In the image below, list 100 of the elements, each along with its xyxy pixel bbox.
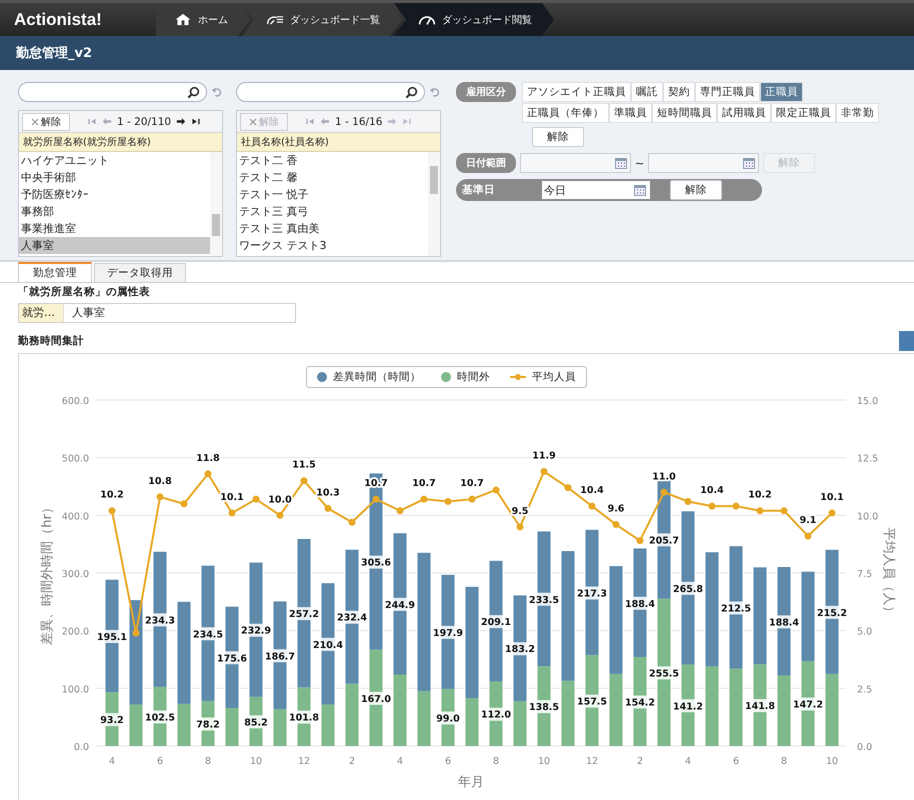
search-field[interactable] xyxy=(18,82,207,102)
list-item[interactable]: テスト一 悦子 xyxy=(237,186,428,203)
table-cell: 就労… xyxy=(19,304,64,322)
option-button[interactable]: 専門正職員 xyxy=(695,82,760,102)
axis-label: 10 xyxy=(826,756,838,767)
option-button[interactable]: 正職員 xyxy=(760,82,803,102)
axis-label: 2.5 xyxy=(857,684,872,696)
scrollbar[interactable] xyxy=(210,152,222,256)
filter-label: 日付範囲 xyxy=(456,153,516,173)
point xyxy=(516,523,524,530)
x-icon xyxy=(249,118,257,126)
axis-title: 年月 xyxy=(458,775,484,790)
option-button[interactable]: 嘱託 xyxy=(631,82,663,102)
data-label: 195.1 xyxy=(94,630,130,643)
axis-label: 2 xyxy=(636,756,644,767)
axis-label: 5.0 xyxy=(857,626,872,638)
previous-page-icon[interactable] xyxy=(320,117,330,126)
calendar-icon[interactable] xyxy=(615,158,627,168)
point xyxy=(396,507,404,514)
previous-page-icon[interactable] xyxy=(102,117,112,126)
point xyxy=(372,496,380,503)
point xyxy=(588,502,596,510)
list-item[interactable]: テスト三 真由美 xyxy=(237,220,428,237)
date-field[interactable] xyxy=(648,153,760,173)
axis-label: 500.0 xyxy=(62,454,89,465)
list-item[interactable]: ハイケアユニット xyxy=(19,152,210,169)
list-item[interactable]: 事業推進室 xyxy=(19,220,210,237)
calendar-icon[interactable] xyxy=(743,158,756,168)
axis-label: 100.0 xyxy=(62,684,89,696)
point xyxy=(108,507,116,514)
scrollbar[interactable] xyxy=(428,152,440,256)
data-label: 10.2 xyxy=(748,490,772,501)
option-button[interactable]: 試用職員 xyxy=(717,103,771,123)
legend-item[interactable]: 差異時間（時間） xyxy=(317,370,421,384)
list-item[interactable]: 事務部 xyxy=(19,203,210,220)
next-page-icon[interactable] xyxy=(176,117,186,126)
point xyxy=(828,510,836,517)
point xyxy=(468,496,476,503)
data-label: 209.1 xyxy=(478,615,514,628)
axis-label: 8 xyxy=(492,756,500,767)
breadcrumb[interactable]: ホーム xyxy=(156,3,250,36)
list-item[interactable]: テスト三 真弓 xyxy=(237,203,428,220)
data-label: 10.8 xyxy=(148,476,172,487)
data-label: 10.1 xyxy=(820,492,844,504)
option-button[interactable]: アソシエイト正職員 xyxy=(522,82,631,102)
legend-item[interactable]: 時間外 xyxy=(441,370,490,384)
option-button[interactable]: 正職員（年俸） xyxy=(522,103,609,123)
data-label: 93.2 xyxy=(100,715,124,726)
data-label: 234.3 xyxy=(142,613,178,626)
option-button[interactable]: 契約 xyxy=(663,82,695,102)
data-label: 257.2 xyxy=(286,607,322,620)
axis-label: 10 xyxy=(250,756,262,767)
undo-icon[interactable] xyxy=(211,86,223,98)
tab[interactable]: 勤怠管理 xyxy=(18,262,92,282)
list-item[interactable]: 人事室 xyxy=(19,237,210,254)
date-field[interactable] xyxy=(520,153,631,173)
list-item[interactable]: 予防医療ｾﾝﾀｰ xyxy=(19,186,210,203)
undo-icon[interactable] xyxy=(429,86,441,98)
list-header: 社員名称(社員名称) xyxy=(237,133,440,152)
axis-label: 6 xyxy=(156,756,164,767)
axis-label: 600.0 xyxy=(62,396,89,407)
option-button[interactable]: 準職員 xyxy=(609,103,652,123)
data-label: 10.4 xyxy=(580,485,604,496)
axis-label: 10 xyxy=(538,756,550,767)
data-label: 255.5 xyxy=(646,666,682,680)
axis-label: 8 xyxy=(204,756,212,767)
point xyxy=(444,498,452,505)
first-page-icon[interactable] xyxy=(305,117,315,126)
data-label: 10.3 xyxy=(316,487,340,498)
axis-label: 7.5 xyxy=(857,569,872,580)
axis-label: 12.5 xyxy=(857,454,878,465)
data-label: 232.4 xyxy=(334,610,370,624)
list-item[interactable]: テスト二 香 xyxy=(237,152,428,169)
list-item[interactable]: 中央手術部 xyxy=(19,169,210,186)
data-label: 205.7 xyxy=(646,533,682,546)
option-button[interactable]: 短時間職員 xyxy=(652,103,717,123)
tab[interactable]: データ取得用 xyxy=(94,263,186,282)
axis-label: 8 xyxy=(780,756,788,767)
last-page-icon[interactable] xyxy=(191,117,202,126)
clear-button[interactable]: 解除 xyxy=(22,112,70,130)
data-label: 197.9 xyxy=(430,626,466,639)
clear-button[interactable]: 解除 xyxy=(670,180,722,200)
data-label: 85.2 xyxy=(244,717,268,728)
option-button[interactable]: 非常勤 xyxy=(836,103,879,123)
point xyxy=(780,507,788,514)
point xyxy=(276,512,284,519)
list-item[interactable]: テスト二 馨 xyxy=(237,169,428,186)
section-title: 勤務時間集計 xyxy=(18,334,84,349)
first-page-icon[interactable] xyxy=(87,117,97,126)
clear-button[interactable]: 解除 xyxy=(532,127,584,147)
breadcrumb[interactable]: ダッシュボード閲覧 xyxy=(394,3,554,36)
legend-item[interactable]: 平均人員 xyxy=(510,370,576,384)
date-field[interactable]: 今日 xyxy=(542,181,650,199)
point xyxy=(156,493,164,500)
search-field[interactable] xyxy=(236,82,425,102)
data-label: 232.9 xyxy=(238,624,274,637)
option-button[interactable]: 限定正職員 xyxy=(771,103,836,123)
calendar-icon[interactable] xyxy=(634,184,646,196)
breadcrumb[interactable]: ダッシュボード一覧 xyxy=(242,3,402,36)
list-item[interactable]: ワークス テスト3 xyxy=(237,237,428,254)
